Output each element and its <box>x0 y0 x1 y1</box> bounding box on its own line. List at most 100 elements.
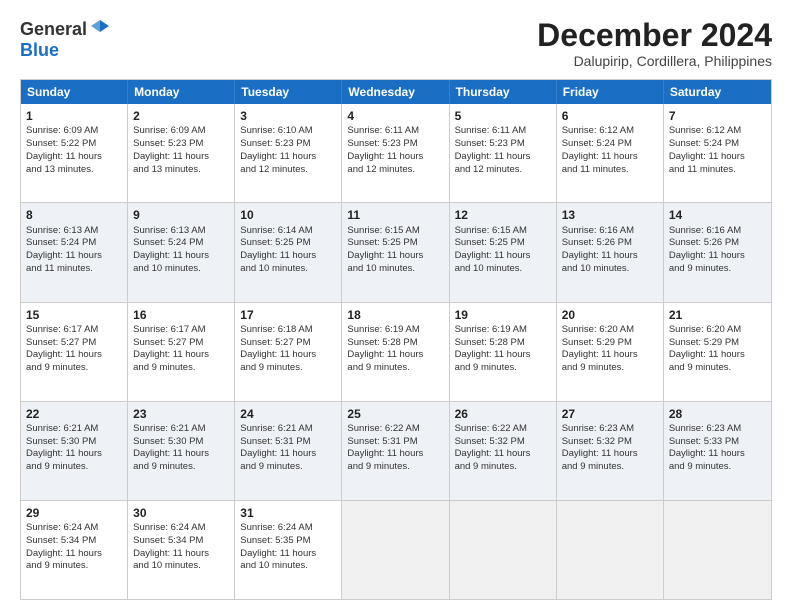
day-number: 23 <box>133 406 229 422</box>
calendar-empty-cell <box>557 501 664 599</box>
logo: General Blue <box>20 18 111 61</box>
day-info-line: Daylight: 11 hours <box>133 151 229 164</box>
day-info-line: and 9 minutes. <box>347 461 443 474</box>
calendar-day-5: 5Sunrise: 6:11 AMSunset: 5:23 PMDaylight… <box>450 104 557 202</box>
day-info-line: Sunset: 5:23 PM <box>240 138 336 151</box>
day-number: 6 <box>562 108 658 124</box>
day-number: 29 <box>26 505 122 521</box>
day-info-line: Sunset: 5:27 PM <box>240 337 336 350</box>
day-info-line: Sunset: 5:24 PM <box>26 237 122 250</box>
calendar-empty-cell <box>664 501 771 599</box>
day-info-line: Sunrise: 6:24 AM <box>26 522 122 535</box>
header-day-friday: Friday <box>557 80 664 104</box>
day-info-line: Sunset: 5:24 PM <box>669 138 766 151</box>
day-info-line: and 9 minutes. <box>347 362 443 375</box>
day-number: 5 <box>455 108 551 124</box>
day-info-line: Sunset: 5:34 PM <box>26 535 122 548</box>
calendar-day-10: 10Sunrise: 6:14 AMSunset: 5:25 PMDayligh… <box>235 203 342 301</box>
day-info-line: Sunrise: 6:12 AM <box>669 125 766 138</box>
day-info-line: Sunset: 5:23 PM <box>455 138 551 151</box>
day-number: 4 <box>347 108 443 124</box>
day-info-line: Sunrise: 6:12 AM <box>562 125 658 138</box>
day-number: 19 <box>455 307 551 323</box>
day-info-line: Sunrise: 6:22 AM <box>347 423 443 436</box>
day-info-line: Sunrise: 6:16 AM <box>562 225 658 238</box>
day-info-line: Sunrise: 6:20 AM <box>562 324 658 337</box>
day-info-line: and 10 minutes. <box>133 263 229 276</box>
day-info-line: Sunrise: 6:09 AM <box>133 125 229 138</box>
day-info-line: Daylight: 11 hours <box>347 250 443 263</box>
day-info-line: Sunrise: 6:13 AM <box>133 225 229 238</box>
day-info-line: Sunrise: 6:17 AM <box>26 324 122 337</box>
calendar-day-27: 27Sunrise: 6:23 AMSunset: 5:32 PMDayligh… <box>557 402 664 500</box>
day-info-line: and 10 minutes. <box>240 263 336 276</box>
calendar-week-4: 22Sunrise: 6:21 AMSunset: 5:30 PMDayligh… <box>21 401 771 500</box>
day-info-line: Sunrise: 6:15 AM <box>347 225 443 238</box>
day-info-line: and 9 minutes. <box>669 263 766 276</box>
logo-blue: Blue <box>20 40 59 60</box>
day-info-line: Daylight: 11 hours <box>133 250 229 263</box>
day-info-line: and 9 minutes. <box>133 461 229 474</box>
calendar-day-8: 8Sunrise: 6:13 AMSunset: 5:24 PMDaylight… <box>21 203 128 301</box>
calendar-day-20: 20Sunrise: 6:20 AMSunset: 5:29 PMDayligh… <box>557 303 664 401</box>
day-info-line: Sunset: 5:31 PM <box>347 436 443 449</box>
day-info-line: Sunset: 5:22 PM <box>26 138 122 151</box>
day-info-line: Sunset: 5:33 PM <box>669 436 766 449</box>
day-info-line: Daylight: 11 hours <box>347 151 443 164</box>
location-subtitle: Dalupirip, Cordillera, Philippines <box>537 53 772 69</box>
day-info-line: Sunrise: 6:20 AM <box>669 324 766 337</box>
calendar-empty-cell <box>342 501 449 599</box>
calendar: SundayMondayTuesdayWednesdayThursdayFrid… <box>20 79 772 600</box>
day-info-line: and 9 minutes. <box>240 362 336 375</box>
day-info-line: Daylight: 11 hours <box>669 349 766 362</box>
calendar-day-6: 6Sunrise: 6:12 AMSunset: 5:24 PMDaylight… <box>557 104 664 202</box>
day-number: 3 <box>240 108 336 124</box>
calendar-header: SundayMondayTuesdayWednesdayThursdayFrid… <box>21 80 771 104</box>
day-info-line: Daylight: 11 hours <box>240 151 336 164</box>
page-header: General Blue December 2024 Dalupirip, Co… <box>20 18 772 69</box>
day-info-line: Sunrise: 6:21 AM <box>133 423 229 436</box>
day-info-line: Sunset: 5:31 PM <box>240 436 336 449</box>
calendar-day-16: 16Sunrise: 6:17 AMSunset: 5:27 PMDayligh… <box>128 303 235 401</box>
day-info-line: Daylight: 11 hours <box>26 548 122 561</box>
day-number: 26 <box>455 406 551 422</box>
day-info-line: Daylight: 11 hours <box>669 151 766 164</box>
logo-general: General <box>20 19 87 40</box>
day-info-line: Sunset: 5:29 PM <box>562 337 658 350</box>
day-number: 10 <box>240 207 336 223</box>
day-info-line: Daylight: 11 hours <box>455 151 551 164</box>
day-info-line: Daylight: 11 hours <box>26 250 122 263</box>
day-info-line: and 9 minutes. <box>240 461 336 474</box>
day-info-line: and 9 minutes. <box>455 461 551 474</box>
calendar-day-2: 2Sunrise: 6:09 AMSunset: 5:23 PMDaylight… <box>128 104 235 202</box>
day-info-line: Sunset: 5:25 PM <box>240 237 336 250</box>
day-info-line: and 12 minutes. <box>347 164 443 177</box>
day-info-line: Sunrise: 6:24 AM <box>240 522 336 535</box>
day-info-line: and 11 minutes. <box>26 263 122 276</box>
month-title: December 2024 <box>537 18 772 53</box>
calendar-day-31: 31Sunrise: 6:24 AMSunset: 5:35 PMDayligh… <box>235 501 342 599</box>
day-info-line: Sunrise: 6:16 AM <box>669 225 766 238</box>
day-info-line: Sunrise: 6:18 AM <box>240 324 336 337</box>
calendar-day-24: 24Sunrise: 6:21 AMSunset: 5:31 PMDayligh… <box>235 402 342 500</box>
day-number: 16 <box>133 307 229 323</box>
day-info-line: and 9 minutes. <box>26 560 122 573</box>
calendar-week-1: 1 Sunrise: 6:09 AM Sunset: 5:22 PM Daylight… <box>21 104 771 202</box>
day-info-line: Daylight: 11 hours <box>26 448 122 461</box>
day-info-line: Sunrise: 6:21 AM <box>240 423 336 436</box>
day-info-line: and 13 minutes. <box>26 164 122 177</box>
day-number: 21 <box>669 307 766 323</box>
calendar-day-4: 4Sunrise: 6:11 AMSunset: 5:23 PMDaylight… <box>342 104 449 202</box>
calendar-day-21: 21Sunrise: 6:20 AMSunset: 5:29 PMDayligh… <box>664 303 771 401</box>
calendar-day-29: 29Sunrise: 6:24 AMSunset: 5:34 PMDayligh… <box>21 501 128 599</box>
day-info-line: and 12 minutes. <box>455 164 551 177</box>
header-day-wednesday: Wednesday <box>342 80 449 104</box>
day-number: 1 <box>26 108 122 124</box>
day-info-line: Sunrise: 6:21 AM <box>26 423 122 436</box>
day-info-line: and 10 minutes. <box>455 263 551 276</box>
day-info-line: Daylight: 11 hours <box>133 448 229 461</box>
calendar-day-19: 19Sunrise: 6:19 AMSunset: 5:28 PMDayligh… <box>450 303 557 401</box>
calendar-day-14: 14Sunrise: 6:16 AMSunset: 5:26 PMDayligh… <box>664 203 771 301</box>
day-info-line: Daylight: 11 hours <box>455 349 551 362</box>
day-info-line: and 10 minutes. <box>240 560 336 573</box>
